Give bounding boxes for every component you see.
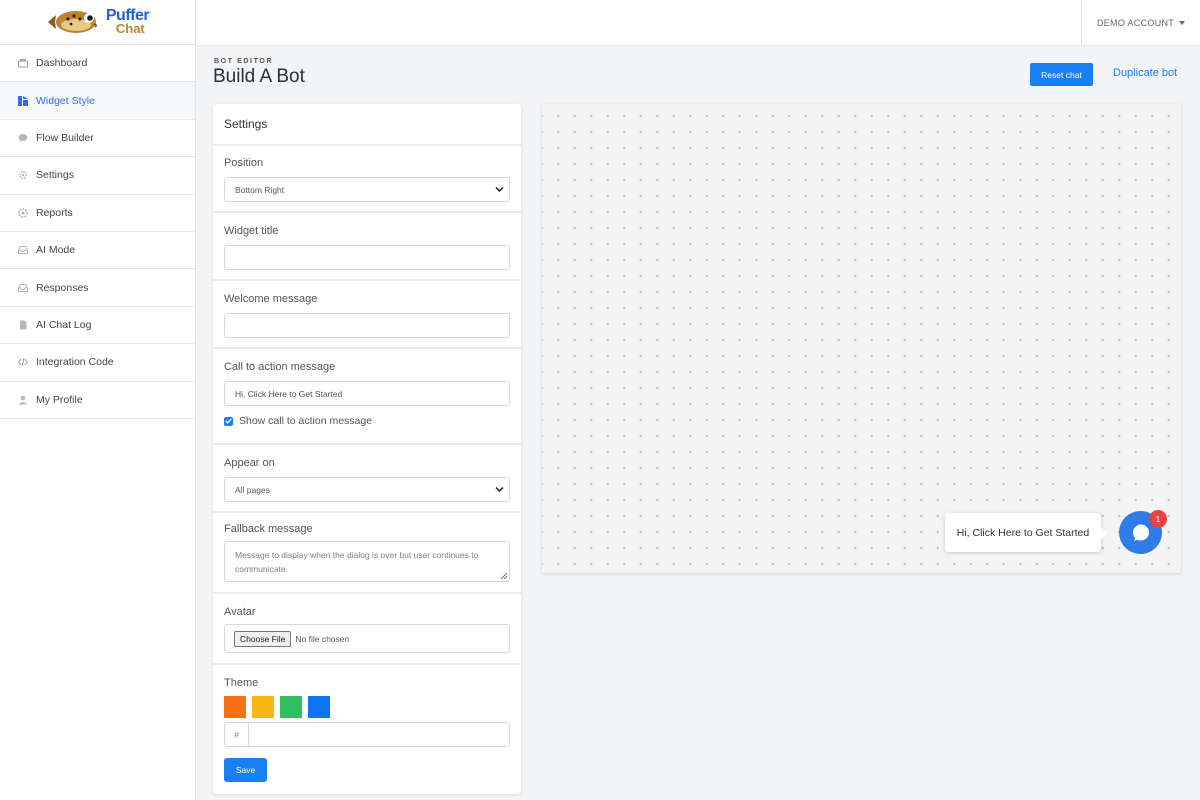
user-icon bbox=[16, 394, 30, 406]
chevron-down-icon bbox=[495, 486, 504, 493]
widget-preview-canvas bbox=[542, 104, 1181, 573]
appear-on-select-value: All pages bbox=[235, 484, 270, 495]
chevron-down-icon bbox=[495, 186, 504, 193]
theme-swatches bbox=[224, 696, 510, 718]
welcome-message-input[interactable] bbox=[224, 313, 510, 338]
page-title: Build A Bot bbox=[213, 66, 305, 87]
fallback-placeholder: Message to display when the dialog is ov… bbox=[235, 550, 479, 574]
sidebar-item-label: AI Mode bbox=[36, 244, 76, 257]
document-icon bbox=[16, 319, 30, 331]
cta-label: Call to action message bbox=[224, 361, 336, 373]
appear-on-label: Appear on bbox=[224, 457, 275, 469]
sidebar-item-reports[interactable]: Reports bbox=[0, 195, 195, 232]
topbar: DEMO ACCOUNT bbox=[196, 0, 1200, 45]
cta-section: Call to action message Hi, Click Here to… bbox=[213, 349, 521, 445]
choose-file-button[interactable]: Choose File bbox=[234, 630, 292, 647]
sidebar-item-responses[interactable]: Responses bbox=[0, 269, 195, 307]
show-cta-checkbox-row: Show call to action message bbox=[224, 415, 510, 427]
theme-swatch-yellow[interactable] bbox=[252, 696, 274, 718]
save-button[interactable]: Save bbox=[224, 758, 267, 782]
chat-bubble-icon bbox=[1132, 524, 1149, 541]
pufferfish-logo-icon bbox=[46, 9, 104, 35]
hex-prefix: # bbox=[225, 723, 249, 746]
brand-logo[interactable]: Puffer Chat bbox=[0, 0, 195, 45]
theme-label: Theme bbox=[224, 677, 259, 689]
sidebar-item-label: Integration Code bbox=[36, 356, 114, 369]
theme-section: Theme # Save bbox=[213, 665, 521, 782]
sidebar-item-dashboard[interactable]: Dashboard bbox=[0, 45, 195, 83]
sidebar-item-settings[interactable]: Settings bbox=[0, 157, 195, 195]
sidebar-item-ai-chat-log[interactable]: AI Chat Log bbox=[0, 307, 195, 345]
sidebar-item-my-profile[interactable]: My Profile bbox=[0, 382, 195, 419]
sidebar-nav: Dashboard Widget Style Flow Builder Sett… bbox=[0, 45, 195, 419]
sidebar-item-label: Widget Style bbox=[36, 94, 95, 107]
settings-panel: Settings Position Bottom Right Widget ti… bbox=[213, 104, 521, 794]
file-status: No file chosen bbox=[295, 633, 350, 644]
chat-bubble-icon bbox=[16, 132, 30, 144]
account-dropdown[interactable]: DEMO ACCOUNT bbox=[1081, 0, 1200, 45]
brand-subname: Chat bbox=[115, 21, 145, 36]
account-name: DEMO ACCOUNT bbox=[1096, 17, 1175, 28]
sidebar-item-label: Settings bbox=[36, 169, 74, 182]
theme-hex-field: # bbox=[224, 722, 510, 747]
notification-badge: 1 bbox=[1149, 510, 1167, 528]
widget-title-section: Widget title bbox=[213, 213, 521, 281]
cta-bubble[interactable]: Hi, Click Here to Get Started bbox=[945, 513, 1107, 552]
checkmark-icon bbox=[225, 418, 232, 424]
sidebar-item-widget-style[interactable]: Widget Style bbox=[0, 82, 195, 120]
welcome-message-label: Welcome message bbox=[224, 293, 318, 305]
dashboard-icon bbox=[16, 57, 30, 69]
widget-style-icon bbox=[16, 95, 30, 107]
reset-chat-button[interactable]: Reset chat bbox=[1030, 63, 1093, 86]
appear-on-section: Appear on All pages bbox=[213, 445, 521, 513]
cta-input[interactable]: Hi, Click Here to Get Started bbox=[224, 381, 510, 406]
theme-hex-input[interactable] bbox=[249, 723, 509, 746]
resize-handle-icon[interactable] bbox=[501, 573, 507, 579]
position-section: Position Bottom Right bbox=[213, 146, 521, 213]
sidebar-item-integration-code[interactable]: Integration Code bbox=[0, 344, 195, 382]
sidebar-item-label: Responses bbox=[36, 281, 89, 294]
inbox-icon bbox=[16, 282, 30, 294]
fallback-section: Fallback message Message to display when… bbox=[213, 513, 521, 594]
page-eyebrow: BOT EDITOR bbox=[214, 58, 274, 65]
avatar-section: Avatar Choose File No file chosen bbox=[213, 594, 521, 665]
position-select[interactable]: Bottom Right bbox=[224, 177, 510, 202]
inbox-icon bbox=[16, 244, 30, 256]
caret-down-icon bbox=[1179, 20, 1186, 25]
sidebar-item-label: My Profile bbox=[36, 393, 83, 406]
position-label: Position bbox=[224, 157, 264, 169]
duplicate-bot-link[interactable]: Duplicate bot bbox=[1113, 67, 1177, 79]
show-cta-checkbox[interactable] bbox=[224, 416, 233, 426]
widget-title-input[interactable] bbox=[224, 245, 510, 270]
sidebar: Puffer Chat Dashboard Widget Style Flow … bbox=[0, 0, 196, 800]
avatar-label: Avatar bbox=[224, 606, 256, 618]
welcome-message-section: Welcome message bbox=[213, 281, 521, 349]
settings-panel-title: Settings bbox=[213, 104, 521, 146]
sidebar-item-label: AI Chat Log bbox=[36, 318, 92, 331]
sidebar-item-ai-mode[interactable]: AI Mode bbox=[0, 232, 195, 270]
theme-swatch-blue[interactable] bbox=[308, 696, 330, 718]
sidebar-item-flow-builder[interactable]: Flow Builder bbox=[0, 120, 195, 158]
reports-icon bbox=[16, 207, 30, 219]
code-icon bbox=[16, 356, 30, 368]
theme-swatch-green[interactable] bbox=[280, 696, 302, 718]
sidebar-item-label: Reports bbox=[36, 206, 73, 219]
sidebar-item-label: Dashboard bbox=[36, 57, 88, 70]
avatar-file-input[interactable]: Choose File No file chosen bbox=[224, 624, 510, 653]
fallback-textarea[interactable]: Message to display when the dialog is ov… bbox=[224, 541, 510, 582]
show-cta-label: Show call to action message bbox=[239, 415, 373, 427]
sidebar-item-label: Flow Builder bbox=[36, 131, 94, 144]
position-select-value: Bottom Right bbox=[235, 184, 285, 195]
theme-swatch-orange[interactable] bbox=[224, 696, 246, 718]
fallback-label: Fallback message bbox=[224, 523, 313, 535]
widget-title-label: Widget title bbox=[224, 225, 279, 237]
gear-icon bbox=[16, 169, 30, 181]
appear-on-select[interactable]: All pages bbox=[224, 477, 510, 502]
